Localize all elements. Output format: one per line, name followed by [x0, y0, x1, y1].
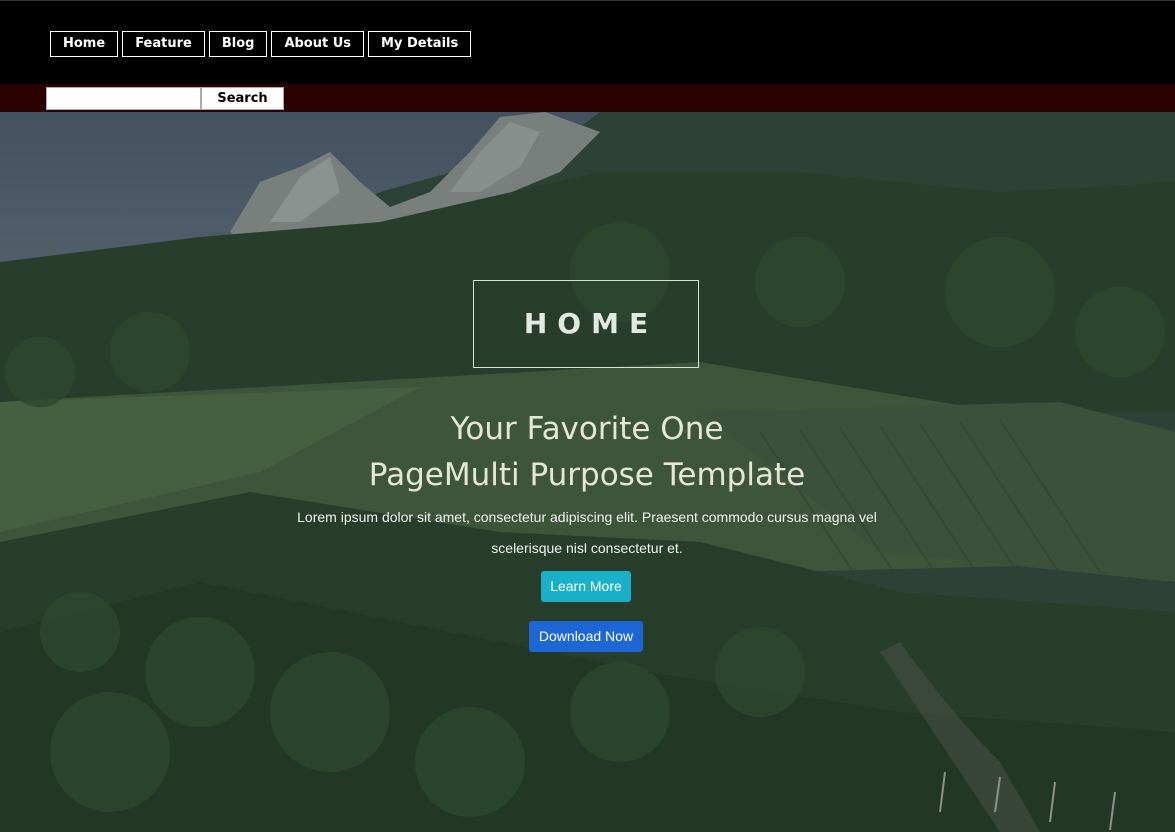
nav-item-feature[interactable]: Feature [122, 31, 205, 57]
nav-item-blog[interactable]: Blog [208, 31, 268, 57]
hero-headline-line-2: PageMulti Purpose Template [368, 457, 806, 493]
hero-headline: Your Favorite One PageMulti Purpose Temp… [287, 406, 887, 498]
nav-item-my-details[interactable]: My Details [368, 31, 472, 57]
search-button[interactable]: Search [201, 87, 284, 110]
nav-item-home[interactable]: Home [50, 31, 119, 57]
page-title-badge: HOME [473, 280, 699, 368]
search-bar: Search [0, 84, 1175, 112]
hero-headline-line-1: Your Favorite One [450, 411, 724, 447]
download-now-button[interactable]: Download Now [529, 621, 643, 652]
main-nav: Home Feature Blog About Us My Details [50, 31, 472, 57]
search-input[interactable] [46, 87, 201, 110]
top-navigation-bar: Home Feature Blog About Us My Details [0, 0, 1175, 84]
hero-description: Lorem ipsum dolor sit amet, consectetur … [297, 509, 877, 556]
nav-item-about-us[interactable]: About Us [271, 31, 365, 57]
learn-more-button[interactable]: Learn More [541, 571, 631, 602]
hero-section: HOME Your Favorite One PageMulti Purpose… [0, 112, 1175, 832]
